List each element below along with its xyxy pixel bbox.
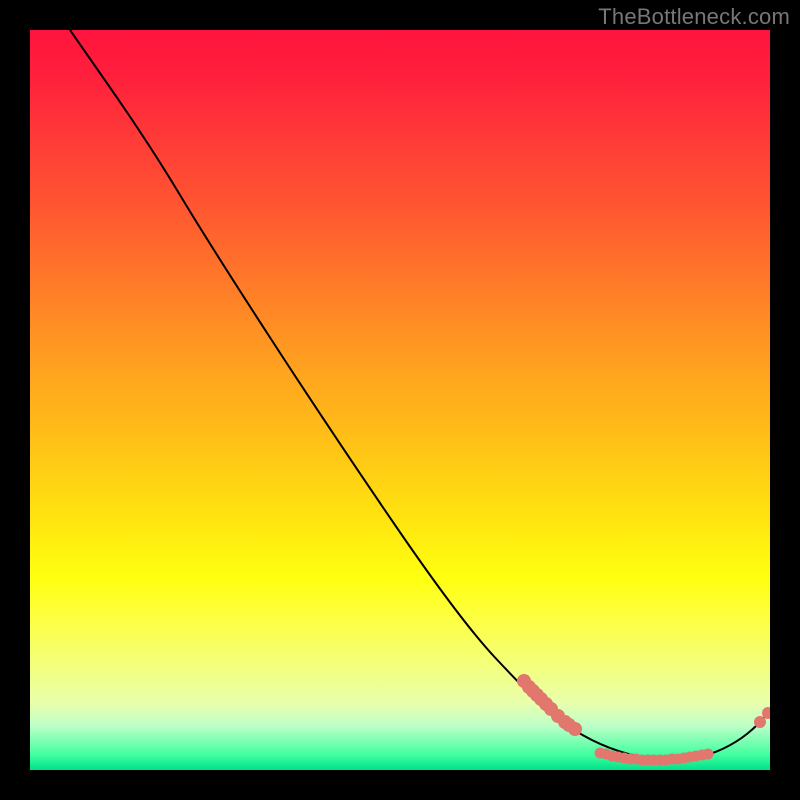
- chart-frame: TheBottleneck.com: [0, 0, 800, 800]
- curve-layer: [30, 30, 770, 770]
- data-markers: [517, 674, 770, 766]
- watermark-text: TheBottleneck.com: [598, 4, 790, 30]
- data-point: [568, 722, 582, 736]
- plot-area: [30, 30, 770, 770]
- bottleneck-curve: [70, 30, 770, 759]
- data-point: [703, 749, 714, 760]
- data-point: [754, 716, 766, 728]
